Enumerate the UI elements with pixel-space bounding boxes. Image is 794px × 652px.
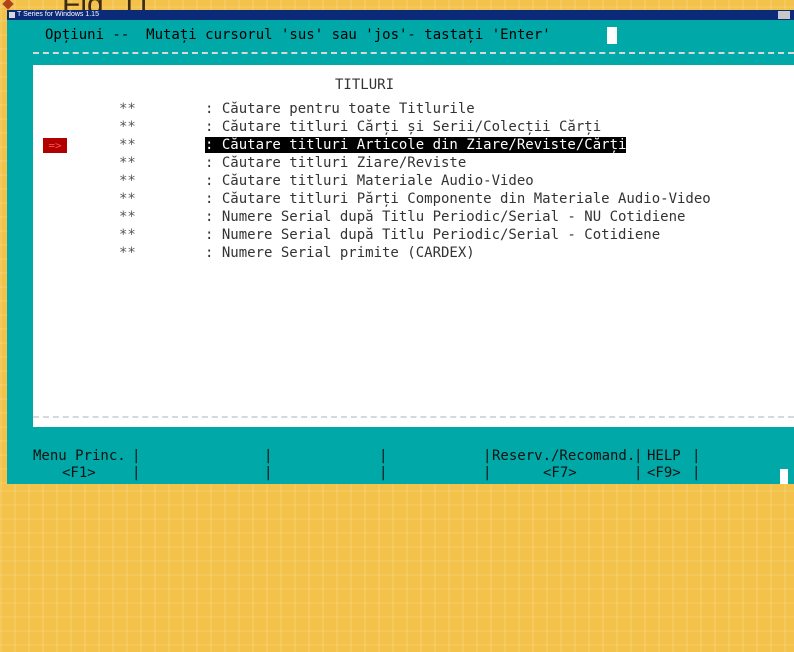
menu-item-label: : Căutare titluri Părți Componente din M…: [205, 191, 711, 207]
menu-item-stars: **: [119, 137, 136, 153]
menu-item-label: : Numere Serial după Titlu Periodic/Seri…: [205, 227, 661, 243]
close-icon[interactable]: [778, 11, 790, 19]
selection-arrow-icon: =>: [43, 138, 67, 153]
menu-item-stars: **: [119, 191, 136, 207]
separator: |: [692, 465, 701, 481]
separator: |: [692, 448, 701, 464]
function-labels-row: Menu Princ. | | | | Reserv./Recomand. | …: [33, 448, 794, 465]
menu-item-label: : Numere Serial primite (CARDEX): [205, 245, 475, 261]
menu-item-label: : Căutare titluri Ziare/Reviste: [205, 155, 467, 171]
menu-item-label: : Căutare titluri Materiale Audio-Video: [205, 173, 534, 189]
menu-panel: TITLURI ** : Căutare pentru toate Titlur…: [33, 65, 794, 427]
function-keys-row: <F1> | | | | <F7> | <F9> |: [33, 465, 794, 482]
separator: |: [483, 448, 492, 464]
terminal-window: T Series for Windows 1.15 Opțiuni -- Mut…: [7, 10, 794, 484]
f7-key[interactable]: <F7>: [543, 465, 577, 482]
menu-item[interactable]: ** : Numere Serial după Titlu Periodic/S…: [33, 227, 794, 244]
menu-item-selected[interactable]: => ** : Căutare titluri Articole din Zia…: [33, 137, 794, 154]
f7-label[interactable]: Reserv./Recomand.: [492, 448, 635, 465]
separator: |: [379, 465, 388, 481]
separator: |: [264, 448, 273, 464]
menu-item-label: : Căutare pentru toate Titlurile: [205, 101, 475, 117]
separator: |: [379, 448, 388, 464]
separator: |: [483, 465, 492, 481]
menu-item-label: : Căutare titluri Cărți și Serii/Colecți…: [205, 119, 602, 135]
menu-item-stars: **: [119, 227, 136, 243]
menu-item[interactable]: ** : Căutare titluri Părți Componente di…: [33, 191, 794, 208]
window-title: T Series for Windows 1.15: [17, 11, 99, 18]
menu-item-stars: **: [119, 173, 136, 189]
f9-label[interactable]: HELP: [647, 448, 681, 465]
top-divider: [33, 52, 794, 54]
separator: |: [634, 448, 643, 464]
menu-item-stars: **: [119, 209, 136, 225]
menu-item-label: : Căutare titluri Articole din Ziare/Rev…: [205, 137, 627, 153]
menu-item[interactable]: ** : Căutare pentru toate Titlurile: [33, 101, 794, 118]
separator: |: [264, 465, 273, 481]
app-icon: [9, 12, 15, 18]
f1-label[interactable]: Menu Princ.: [33, 448, 126, 465]
separator: |: [132, 448, 141, 464]
menu-item[interactable]: ** : Căutare titluri Ziare/Reviste: [33, 155, 794, 172]
menu-item-label: : Numere Serial după Titlu Periodic/Seri…: [205, 209, 686, 225]
separator: |: [634, 465, 643, 481]
menu-item-stars: **: [119, 119, 136, 135]
menu-item-stars: **: [119, 155, 136, 171]
menu-item[interactable]: ** : Numere Serial după Titlu Periodic/S…: [33, 209, 794, 226]
menu-item[interactable]: ** : Căutare titluri Cărți și Serii/Cole…: [33, 119, 794, 136]
menu-item[interactable]: ** : Căutare titluri Materiale Audio-Vid…: [33, 173, 794, 190]
menu-item-stars: **: [119, 101, 136, 117]
slide-bullet-icon: [2, 0, 14, 10]
f1-key[interactable]: <F1>: [62, 465, 96, 482]
scrollbar-thumb[interactable]: [780, 469, 788, 484]
f9-key[interactable]: <F9>: [647, 465, 681, 482]
options-instruction: Opțiuni -- Mutați cursorul 'sus' sau 'jo…: [45, 27, 551, 43]
menu-title: TITLURI: [335, 77, 395, 93]
bottom-divider: [33, 416, 794, 418]
separator: |: [132, 465, 141, 481]
menu-item[interactable]: ** : Numere Serial primite (CARDEX): [33, 245, 794, 262]
text-cursor: [607, 27, 617, 44]
window-titlebar: T Series for Windows 1.15: [7, 10, 794, 20]
menu-item-stars: **: [119, 245, 136, 261]
